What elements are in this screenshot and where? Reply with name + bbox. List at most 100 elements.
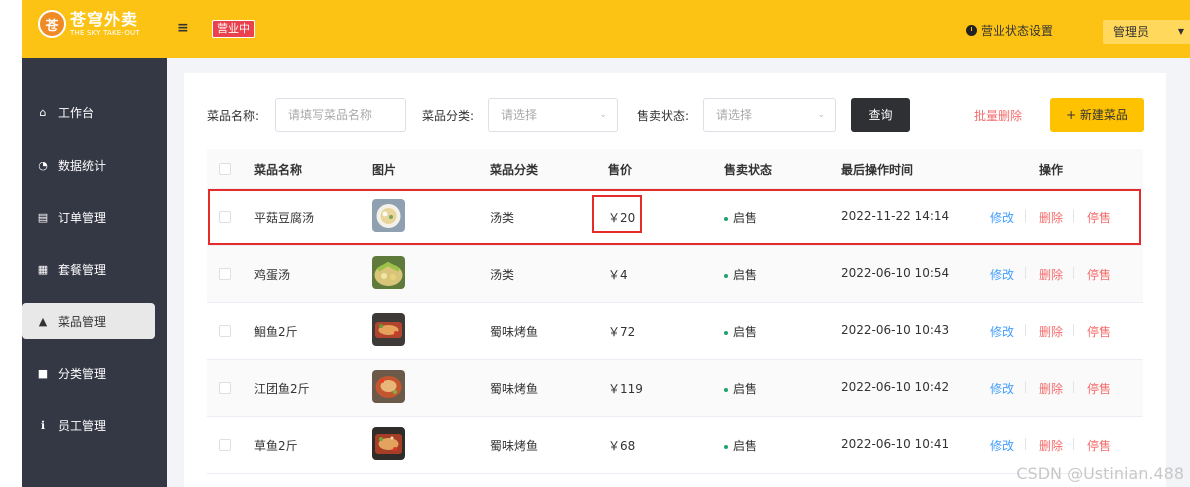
sidebar-item-statistics[interactable]: ◔ 数据统计 (22, 147, 167, 183)
status-dot-icon (724, 387, 728, 392)
sidebar-item-label: 数据统计 (58, 158, 107, 173)
col-status: 售卖状态 (724, 163, 773, 177)
dish-image (372, 370, 405, 403)
edit-button[interactable]: 修改 (990, 380, 1014, 397)
dish-category: 蜀味烤鱼 (490, 325, 539, 339)
divider (1073, 267, 1074, 279)
admin-dropdown[interactable]: 管理员 ▼ (1103, 20, 1190, 44)
stop-sale-button[interactable]: 停售 (1087, 323, 1111, 340)
dish-name-label: 菜品名称: (207, 109, 260, 123)
col-actions: 操作 (1039, 163, 1064, 177)
row-checkbox[interactable] (219, 382, 231, 394)
sidebar-item-label: 分类管理 (58, 366, 107, 381)
dish-price: ￥119 (608, 382, 643, 396)
dish-name: 鸡蛋汤 (254, 268, 291, 282)
stop-sale-button[interactable]: 停售 (1087, 380, 1111, 397)
dish-updated: 2022-06-10 10:42 (841, 380, 950, 394)
chevron-down-icon: ⌄ (817, 110, 825, 120)
sidebar-item-label: 工作台 (58, 105, 95, 120)
dish-status: 启售 (724, 380, 757, 397)
edit-button[interactable]: 修改 (990, 323, 1014, 340)
filter-bar: 菜品名称: 请填写菜品名称 菜品分类: 请选择 ⌄ 售卖状态: 请选择 ⌄ 查询… (184, 98, 1166, 132)
status-dot-icon (724, 273, 728, 278)
chart-icon: ◔ (38, 158, 48, 172)
stop-sale-button[interactable]: 停售 (1087, 437, 1111, 454)
divider (1073, 381, 1074, 393)
dish-updated: 2022-06-10 10:54 (841, 266, 950, 280)
sidebar-item-label: 套餐管理 (58, 262, 107, 277)
sidebar-item-setmeal[interactable]: ▦ 套餐管理 (22, 251, 167, 287)
watermark: CSDN @Ustinian.488 (1016, 464, 1184, 483)
dish-updated: 2022-06-10 10:43 (841, 323, 950, 337)
dish-card: 菜品名称: 请填写菜品名称 菜品分类: 请选择 ⌄ 售卖状态: 请选择 ⌄ 查询… (184, 73, 1166, 487)
status-dot-icon (724, 444, 728, 449)
business-status-setting-button[interactable]: 营业状态设置 (966, 22, 1053, 39)
top-header: 苍 苍穹外卖 THE SKY TAKE-OUT ≡ 营业中 营业状态设置 管理员… (0, 0, 1190, 58)
edit-button[interactable]: 修改 (990, 266, 1014, 283)
sale-status-select[interactable]: 请选择 ⌄ (703, 98, 836, 132)
chevron-down-icon: ⌄ (599, 110, 607, 120)
col-name: 菜品名称 (254, 163, 303, 177)
sidebar-item-employees[interactable]: ℹ 员工管理 (22, 407, 167, 443)
dish-price: ￥4 (608, 268, 628, 282)
table-row: 草鱼2斤 蜀味烤鱼 ￥68 启售 2022-06-10 10:41 修改 删除 … (207, 417, 1143, 474)
sidebar-item-categories[interactable]: ■ 分类管理 (22, 355, 167, 391)
sidebar-item-label: 菜品管理 (58, 314, 107, 329)
new-dish-button[interactable]: + 新建菜品 (1050, 98, 1144, 132)
divider (1025, 438, 1026, 450)
category-label: 菜品分类: (422, 109, 475, 123)
row-checkbox[interactable] (219, 439, 231, 451)
home-icon: ⌂ (39, 105, 47, 119)
table-row: 江团鱼2斤 蜀味烤鱼 ￥119 启售 2022-06-10 10:42 修改 删… (207, 360, 1143, 417)
clock-icon (966, 25, 977, 36)
admin-label: 管理员 (1113, 25, 1150, 39)
clipboard-icon: ▤ (37, 210, 49, 224)
dish-updated: 2022-06-10 10:41 (841, 437, 950, 451)
logo-title: 苍穹外卖 (70, 9, 139, 29)
main-content: 菜品名称: 请填写菜品名称 菜品分类: 请选择 ⌄ 售卖状态: 请选择 ⌄ 查询… (167, 58, 1190, 487)
dish-name-input[interactable]: 请填写菜品名称 (275, 98, 406, 132)
delete-button[interactable]: 删除 (1039, 437, 1063, 454)
table-header: 菜品名称 图片 菜品分类 售价 售卖状态 最后操作时间 操作 (207, 149, 1143, 189)
dish-status-label: 启售 (733, 439, 758, 453)
sidebar: ⌂ 工作台 ◔ 数据统计 ▤ 订单管理 ▦ 套餐管理 ▲ 菜品管理 ■ 分类管理… (22, 58, 167, 487)
divider (1025, 381, 1026, 393)
delete-button[interactable]: 删除 (1039, 266, 1063, 283)
status-dot-icon (724, 330, 728, 335)
category-select[interactable]: 请选择 ⌄ (488, 98, 618, 132)
dish-status-label: 启售 (733, 268, 758, 282)
sidebar-item-orders[interactable]: ▤ 订单管理 (22, 199, 167, 235)
highlight-row-annotation (208, 189, 1141, 245)
dish-status-label: 启售 (733, 382, 758, 396)
col-updated: 最后操作时间 (841, 163, 914, 177)
logo-mark-icon: 苍 (38, 10, 66, 38)
dish-name: 鮰鱼2斤 (254, 325, 298, 339)
sale-status-placeholder: 请选择 (716, 108, 753, 122)
divider (1073, 324, 1074, 336)
grid-icon: ■ (37, 366, 49, 380)
table-row: 鮰鱼2斤 蜀味烤鱼 ￥72 启售 2022-06-10 10:43 修改 删除 … (207, 303, 1143, 360)
select-all-checkbox[interactable] (219, 163, 231, 175)
delete-button[interactable]: 删除 (1039, 380, 1063, 397)
sidebar-item-dishes[interactable]: ▲ 菜品管理 (22, 303, 155, 339)
divider (1073, 438, 1074, 450)
dish-price: ￥68 (608, 439, 636, 453)
dish-image (372, 313, 405, 346)
menu-toggle-icon[interactable]: ≡ (177, 20, 189, 36)
app-logo: 苍 苍穹外卖 THE SKY TAKE-OUT (38, 10, 140, 38)
edit-button[interactable]: 修改 (990, 437, 1014, 454)
dish-status: 启售 (724, 437, 757, 454)
dish-name-placeholder: 请填写菜品名称 (288, 108, 373, 122)
dish-price: ￥72 (608, 325, 636, 339)
delete-button[interactable]: 删除 (1039, 323, 1063, 340)
row-checkbox[interactable] (219, 325, 231, 337)
dish-status: 启售 (724, 266, 757, 283)
row-checkbox[interactable] (219, 268, 231, 280)
info-icon: ℹ (40, 418, 46, 432)
sale-status-label: 售卖状态: (637, 109, 690, 123)
sidebar-item-workbench[interactable]: ⌂ 工作台 (22, 94, 167, 130)
batch-delete-button[interactable]: 批量删除 (974, 107, 1022, 124)
divider (1025, 267, 1026, 279)
stop-sale-button[interactable]: 停售 (1087, 266, 1111, 283)
query-button[interactable]: 查询 (851, 98, 910, 132)
